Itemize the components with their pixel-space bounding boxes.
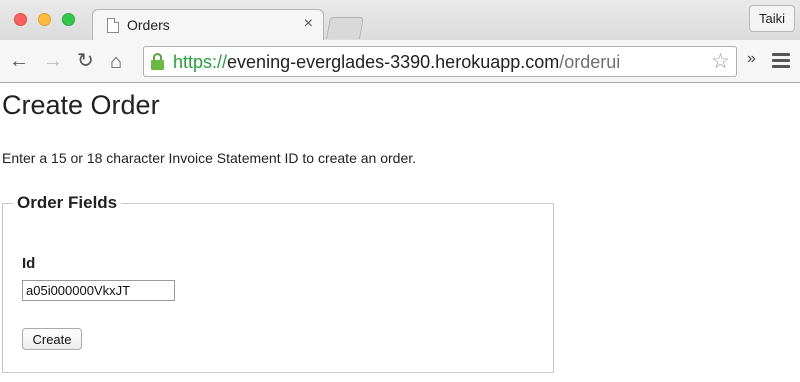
chevron-double-right-icon[interactable]: » xyxy=(747,50,756,68)
reload-icon[interactable]: ↻ xyxy=(77,49,94,73)
back-arrow-icon[interactable]: ← xyxy=(9,49,29,73)
new-tab-button[interactable] xyxy=(326,17,364,39)
intro-text: Enter a 15 or 18 character Invoice State… xyxy=(2,150,417,166)
url-path: /orderui xyxy=(559,52,621,72)
forward-arrow-icon[interactable]: → xyxy=(43,49,63,73)
id-label: Id xyxy=(22,255,36,272)
lock-icon[interactable] xyxy=(151,53,164,70)
hamburger-menu-icon[interactable] xyxy=(772,53,790,69)
url-scheme: https:// xyxy=(173,52,228,72)
order-fields-fieldset: Order Fields Id Create xyxy=(2,193,554,373)
address-bar[interactable]: https://evening-everglades-3390.herokuap… xyxy=(143,46,737,77)
tab-strip: Orders × Taiki xyxy=(0,0,800,41)
create-button[interactable]: Create xyxy=(22,328,82,350)
tab-orders[interactable]: Orders × xyxy=(92,9,324,41)
window-close-button[interactable] xyxy=(14,13,27,26)
browser-toolbar: ← → ↻ ⌂ https://evening-everglades-3390.… xyxy=(0,40,800,83)
star-icon[interactable]: ☆ xyxy=(711,49,730,74)
tab-title: Orders xyxy=(127,17,170,33)
page-icon xyxy=(107,18,119,33)
window-maximize-button[interactable] xyxy=(62,13,75,26)
profile-button[interactable]: Taiki xyxy=(749,5,795,32)
home-icon[interactable]: ⌂ xyxy=(110,50,122,74)
fieldset-legend: Order Fields xyxy=(17,193,118,212)
page-title: Create Order xyxy=(2,90,160,120)
window-minimize-button[interactable] xyxy=(38,13,51,26)
tab-close-icon[interactable]: × xyxy=(304,15,313,33)
page-content: Create Order Enter a 15 or 18 character … xyxy=(0,84,800,382)
url-text: https://evening-everglades-3390.herokuap… xyxy=(173,52,620,73)
id-input[interactable] xyxy=(22,280,175,301)
url-host: evening-everglades-3390.herokuapp.com xyxy=(227,52,560,72)
